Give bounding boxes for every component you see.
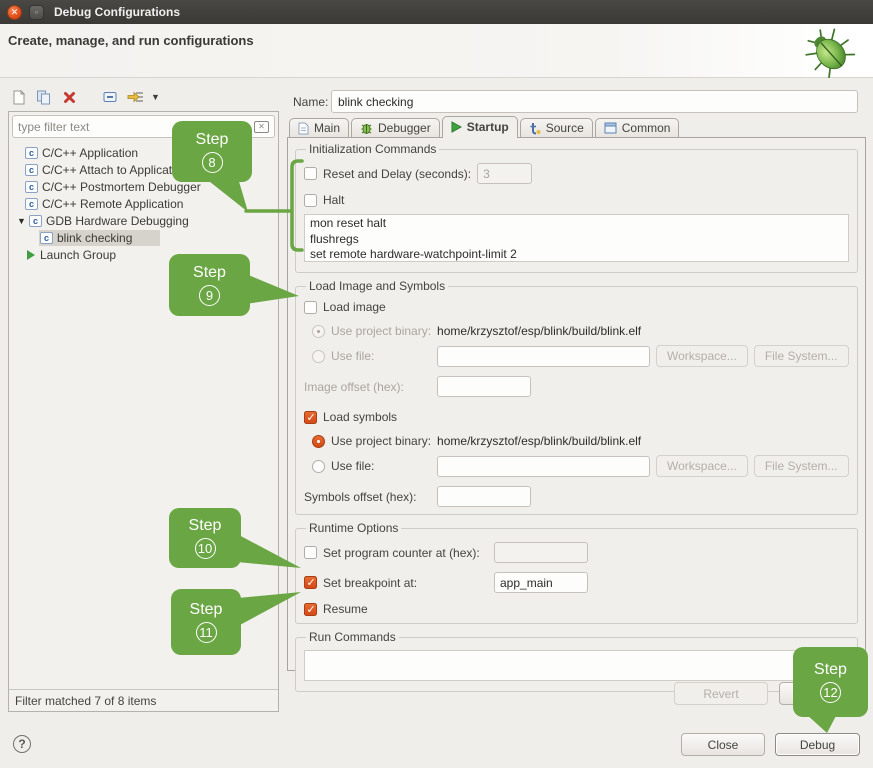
debug-button[interactable]: Debug	[775, 733, 860, 756]
c-config-icon: c	[25, 147, 38, 159]
image-binary-path: home/krzysztof/esp/blink/build/blink.elf	[437, 324, 641, 338]
image-workspace-button[interactable]: Workspace...	[656, 345, 748, 367]
halt-checkbox[interactable]	[304, 194, 317, 207]
load-image-label: Load image	[323, 300, 386, 314]
launch-group-icon	[27, 250, 35, 260]
filter-status: Filter matched 7 of 8 items	[9, 689, 278, 711]
c-config-icon: c	[40, 232, 53, 244]
tree-item-blink-checking[interactable]: c blink checking	[9, 229, 278, 246]
step-8-callout: Step 8	[172, 121, 252, 182]
load-symbols-checkbox[interactable]	[304, 411, 317, 424]
help-button[interactable]: ?	[13, 735, 31, 753]
set-pc-checkbox[interactable]	[304, 546, 317, 559]
source-tab-icon	[529, 122, 541, 135]
step-10-callout: Step 10	[169, 508, 241, 568]
resume-checkbox[interactable]	[304, 603, 317, 616]
dialog-header: Create, manage, and run configurations	[0, 24, 873, 78]
group-title: Load Image and Symbols	[306, 279, 448, 293]
tab-common[interactable]: Common	[595, 118, 680, 138]
main-tab-icon	[298, 122, 309, 135]
image-use-file-radio[interactable]	[312, 350, 325, 363]
reset-delay-checkbox[interactable]	[304, 167, 317, 180]
startup-tab-icon	[451, 121, 462, 133]
group-title: Runtime Options	[306, 521, 401, 535]
collapse-all-icon[interactable]	[101, 88, 119, 106]
tab-main[interactable]: Main	[289, 118, 349, 138]
duplicate-configuration-icon[interactable]	[35, 88, 53, 106]
set-breakpoint-label: Set breakpoint at:	[323, 576, 488, 590]
tree-item-gdb-hardware[interactable]: ▼ c GDB Hardware Debugging	[9, 212, 278, 229]
symbols-offset-input[interactable]	[437, 486, 531, 507]
load-image-checkbox[interactable]	[304, 301, 317, 314]
delete-configuration-icon[interactable]	[60, 88, 78, 106]
use-project-binary-label: Use project binary:	[331, 434, 431, 448]
symbols-binary-path: home/krzysztof/esp/blink/build/blink.elf	[437, 434, 641, 448]
dialog-subtitle: Create, manage, and run configurations	[8, 33, 254, 48]
titlebar: ✕ ▫ Debug Configurations	[0, 0, 873, 24]
clear-filter-icon[interactable]: ✕	[254, 121, 269, 133]
new-configuration-icon[interactable]	[10, 88, 28, 106]
image-filesystem-button[interactable]: File System...	[754, 345, 849, 367]
configurations-toolbar: ▼	[10, 87, 160, 107]
c-config-icon: c	[25, 164, 38, 176]
config-tabs: Main Debugger Startup Source Common	[289, 116, 681, 138]
tab-debugger[interactable]: Debugger	[351, 118, 440, 138]
image-offset-input[interactable]	[437, 376, 531, 397]
use-file-label: Use file:	[331, 349, 431, 363]
group-title: Run Commands	[306, 630, 399, 644]
c-config-icon: c	[25, 181, 38, 193]
set-pc-label: Set program counter at (hex):	[323, 546, 488, 560]
step-12-callout: Step 12	[793, 647, 868, 717]
tree-item-cpp-remote[interactable]: c C/C++ Remote Application	[9, 195, 278, 212]
step-11-callout: Step 11	[171, 589, 241, 655]
resume-label: Resume	[323, 602, 368, 616]
set-pc-input[interactable]	[494, 542, 588, 563]
revert-button[interactable]: Revert	[674, 682, 768, 705]
symbols-file-input[interactable]	[437, 456, 650, 477]
set-breakpoint-input[interactable]	[494, 572, 588, 593]
tab-startup[interactable]: Startup	[442, 116, 518, 138]
window-close-icon[interactable]: ✕	[7, 5, 22, 20]
run-commands-group: Run Commands	[295, 630, 858, 692]
group-title: Initialization Commands	[306, 142, 439, 156]
toolbar-menu-caret-icon[interactable]: ▼	[151, 92, 160, 102]
common-tab-icon	[604, 122, 617, 134]
bug-logo-icon	[797, 26, 865, 78]
load-symbols-label: Load symbols	[323, 410, 397, 424]
symbols-workspace-button[interactable]: Workspace...	[656, 455, 748, 477]
name-input[interactable]	[331, 90, 858, 113]
image-use-project-binary-radio[interactable]	[312, 325, 325, 338]
startup-tab-content: Initialization Commands Reset and Delay …	[287, 137, 866, 671]
initialization-commands-group: Initialization Commands Reset and Delay …	[295, 142, 858, 273]
load-image-symbols-group: Load Image and Symbols Load image Use pr…	[295, 279, 858, 515]
halt-label: Halt	[323, 193, 344, 207]
symbols-use-file-radio[interactable]	[312, 460, 325, 473]
use-project-binary-label: Use project binary:	[331, 324, 431, 338]
window-title: Debug Configurations	[54, 5, 180, 19]
name-label: Name:	[293, 95, 328, 109]
use-file-label: Use file:	[331, 459, 431, 473]
symbols-use-project-binary-radio[interactable]	[312, 435, 325, 448]
c-config-icon: c	[25, 198, 38, 210]
filter-icon[interactable]	[126, 88, 144, 106]
tab-source[interactable]: Source	[520, 118, 593, 138]
reset-delay-label: Reset and Delay (seconds):	[323, 167, 471, 181]
image-file-input[interactable]	[437, 346, 650, 367]
init-commands-textarea[interactable]: mon reset halt flushregs set remote hard…	[304, 214, 849, 262]
window-minimize-icon[interactable]: ▫	[29, 5, 44, 20]
run-commands-textarea[interactable]	[304, 650, 849, 681]
runtime-options-group: Runtime Options Set program counter at (…	[295, 521, 858, 624]
step-9-callout: Step 9	[169, 254, 250, 316]
close-button[interactable]: Close	[681, 733, 765, 756]
debugger-tab-icon	[360, 122, 373, 135]
set-breakpoint-checkbox[interactable]	[304, 576, 317, 589]
c-config-icon: c	[29, 215, 42, 227]
symbols-offset-label: Symbols offset (hex):	[304, 490, 431, 504]
image-offset-label: Image offset (hex):	[304, 380, 431, 394]
expand-arrow-icon[interactable]: ▼	[17, 216, 29, 226]
reset-delay-input[interactable]	[477, 163, 532, 184]
symbols-filesystem-button[interactable]: File System...	[754, 455, 849, 477]
